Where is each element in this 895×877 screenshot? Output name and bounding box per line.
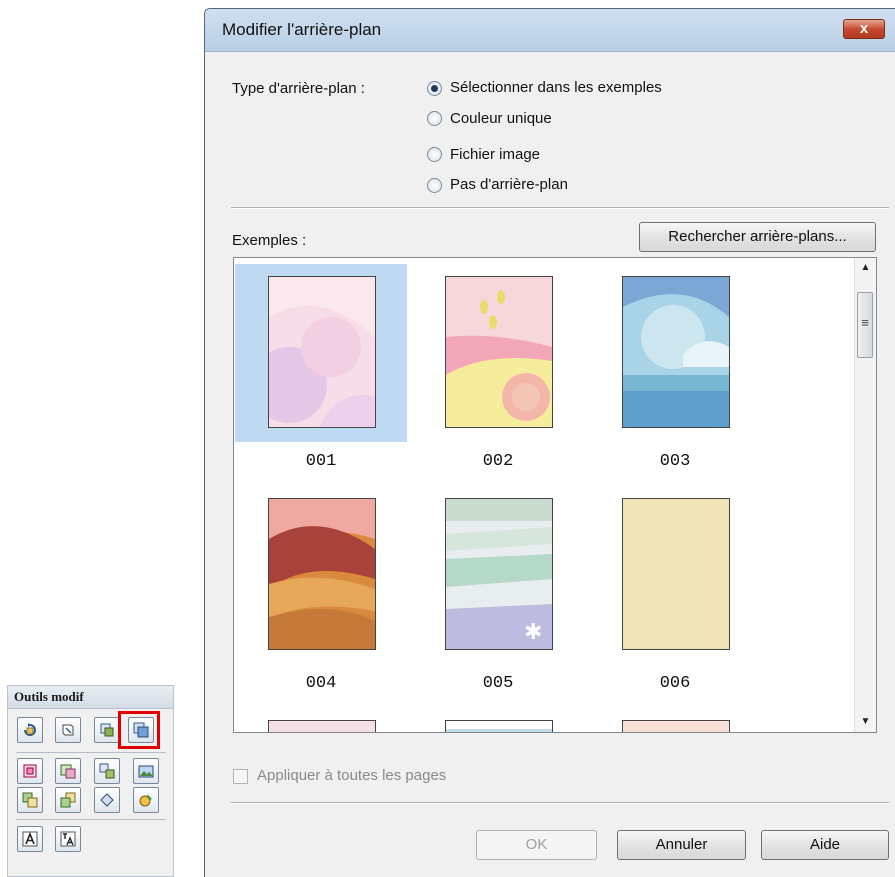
vertical-text-icon[interactable] bbox=[55, 826, 81, 852]
example-label: 006 bbox=[659, 674, 691, 693]
example-thumbnail bbox=[622, 498, 730, 650]
text-icon[interactable] bbox=[17, 826, 43, 852]
example-label: 002 bbox=[482, 452, 514, 471]
radio-no-background[interactable] bbox=[427, 178, 442, 193]
toolbox-divider bbox=[16, 819, 166, 820]
grip-icon: ≡ bbox=[861, 315, 869, 330]
radio-no-background-label[interactable]: Pas d'arrière-plan bbox=[450, 176, 568, 193]
example-thumbnail: ✱ bbox=[445, 498, 553, 650]
help-button[interactable]: Aide bbox=[761, 830, 889, 860]
examples-list[interactable]: 001 002 003 004 ✱ 005 006 ▲ ≡ ▼ bbox=[233, 257, 877, 733]
crop-icon[interactable] bbox=[17, 758, 43, 784]
radio-image-file-label[interactable]: Fichier image bbox=[450, 146, 540, 163]
example-label: 005 bbox=[482, 674, 514, 693]
example-item-partial[interactable] bbox=[235, 708, 407, 732]
rotate-free-icon[interactable] bbox=[94, 787, 120, 813]
example-label: 004 bbox=[305, 674, 337, 693]
radio-solid-color[interactable] bbox=[427, 111, 442, 126]
replace-icon[interactable] bbox=[94, 758, 120, 784]
apply-all-checkbox[interactable] bbox=[233, 769, 248, 784]
background-type-label: Type d'arrière-plan : bbox=[232, 80, 365, 97]
example-thumbnail bbox=[268, 720, 376, 732]
example-thumbnail bbox=[268, 498, 376, 650]
example-thumbnail bbox=[622, 720, 730, 732]
edit-tools-title: Outils modif bbox=[8, 686, 173, 709]
divider bbox=[231, 207, 889, 208]
example-thumbnail bbox=[445, 276, 553, 428]
example-label: 001 bbox=[305, 452, 337, 471]
scroll-up-arrow-icon[interactable]: ▲ bbox=[855, 258, 876, 278]
apply-all-label[interactable]: Appliquer à toutes les pages bbox=[257, 767, 446, 784]
example-item-partial[interactable] bbox=[412, 708, 584, 732]
radio-select-examples[interactable] bbox=[427, 81, 442, 96]
scroll-down-arrow-icon[interactable]: ▼ bbox=[855, 712, 876, 732]
edit-tools-panel: Outils modif bbox=[7, 685, 174, 877]
toolbox-divider bbox=[16, 752, 166, 753]
radio-selected-dot bbox=[431, 85, 438, 92]
examples-label: Exemples : bbox=[232, 232, 307, 249]
example-thumbnail bbox=[622, 276, 730, 428]
back-icon[interactable] bbox=[55, 787, 81, 813]
radio-image-file[interactable] bbox=[427, 147, 442, 162]
flip-icon[interactable] bbox=[55, 717, 81, 743]
radio-solid-color-label[interactable]: Couleur unique bbox=[450, 110, 552, 127]
image-adjust-icon[interactable] bbox=[133, 758, 159, 784]
radio-select-examples-label[interactable]: Sélectionner dans les exemples bbox=[450, 79, 662, 96]
layout-icon[interactable] bbox=[94, 717, 120, 743]
example-thumbnail bbox=[445, 720, 553, 732]
title-bar: Modifier l'arrière-plan x bbox=[205, 9, 895, 52]
front-icon[interactable] bbox=[17, 787, 43, 813]
browse-backgrounds-button[interactable]: Rechercher arrière-plans... bbox=[639, 222, 876, 252]
example-item-004[interactable]: 004 bbox=[235, 486, 407, 693]
rotate-icon[interactable] bbox=[17, 717, 43, 743]
example-item-005[interactable]: ✱ 005 bbox=[412, 486, 584, 693]
ok-button[interactable]: OK bbox=[476, 830, 597, 860]
example-item-001[interactable]: 001 bbox=[235, 264, 407, 471]
example-item-006[interactable]: 006 bbox=[589, 486, 761, 693]
examples-scrollbar[interactable]: ▲ ≡ ▼ bbox=[854, 258, 876, 732]
color-icon[interactable] bbox=[133, 787, 159, 813]
close-icon: x bbox=[859, 20, 869, 37]
dialog-title: Modifier l'arrière-plan bbox=[222, 20, 382, 39]
change-background-dialog: Modifier l'arrière-plan x Type d'arrière… bbox=[204, 8, 895, 877]
divider bbox=[231, 802, 889, 803]
example-item-partial[interactable] bbox=[589, 708, 761, 732]
example-thumbnail bbox=[268, 276, 376, 428]
frame-icon[interactable] bbox=[55, 758, 81, 784]
scroll-thumb[interactable]: ≡ bbox=[857, 292, 873, 358]
background-tool-highlight bbox=[118, 711, 160, 749]
close-button[interactable]: x bbox=[843, 19, 885, 39]
example-label: 003 bbox=[659, 452, 691, 471]
example-item-003[interactable]: 003 bbox=[589, 264, 761, 471]
example-item-002[interactable]: 002 bbox=[412, 264, 584, 471]
svg-text:✱: ✱ bbox=[524, 620, 542, 645]
cancel-button[interactable]: Annuler bbox=[617, 830, 746, 860]
